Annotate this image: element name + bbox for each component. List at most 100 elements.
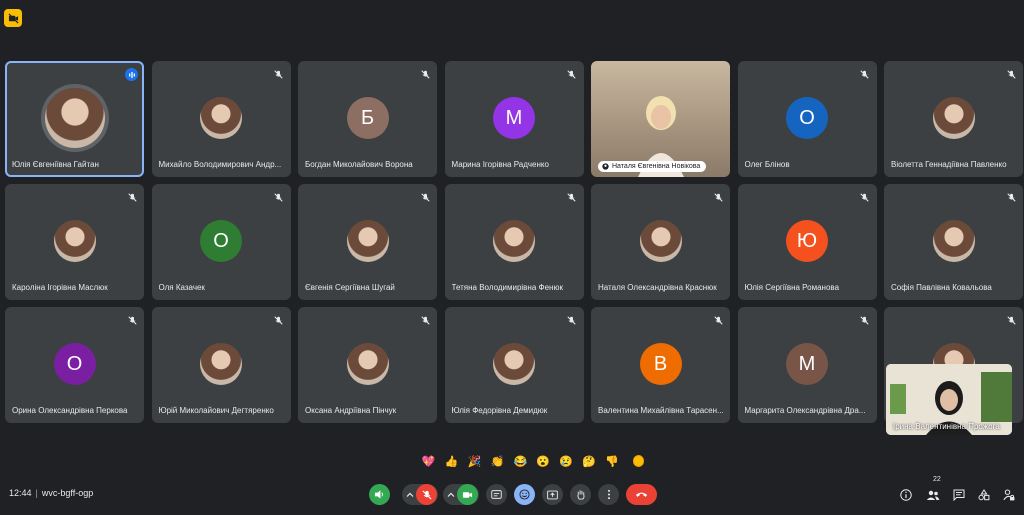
participant-tile[interactable]: Софія Павлівна Ковальова	[884, 184, 1023, 300]
mic-off-icon	[273, 191, 285, 203]
participant-name: Софія Павлівна Ковальова	[891, 283, 992, 292]
participant-tile[interactable]: Оксана Андріївна Пінчук	[298, 307, 437, 423]
reaction-emoji[interactable]: 👏	[489, 455, 506, 468]
meeting-details-button[interactable]	[898, 487, 914, 503]
participant-name: Наталя Євгенівна Новікова	[612, 163, 701, 170]
avatar-initial: О	[786, 97, 828, 139]
mic-off-icon	[126, 191, 138, 203]
participant-tile[interactable]: Кароліна Ігорівна Маслюк	[5, 184, 144, 300]
reaction-emoji[interactable]: 🎉	[466, 455, 483, 468]
captions-button[interactable]	[486, 484, 507, 505]
mic-off-icon	[1005, 68, 1017, 80]
reaction-emoji[interactable]: 👎	[604, 455, 621, 468]
participant-name: Оля Казачек	[158, 283, 205, 292]
mic-off-icon	[859, 68, 871, 80]
participant-tile[interactable]: М Марина Ігорівна Радченко	[444, 61, 584, 177]
mic-off-icon	[712, 314, 724, 326]
participant-tile[interactable]: Б Богдан Миколайович Ворона	[298, 61, 437, 177]
skin-tone-icon[interactable]	[632, 455, 644, 467]
avatar-photo	[44, 88, 105, 148]
participant-tile[interactable]: М Маргарита Олександрівна Дра...	[737, 307, 877, 423]
speaker-icon	[374, 490, 383, 499]
hand-icon	[576, 490, 585, 500]
self-view-tile[interactable]: Ірина Валентинівна Прожога	[886, 364, 1012, 435]
mic-off-icon	[859, 191, 871, 203]
mic-off-icon	[419, 68, 431, 80]
avatar-photo	[53, 220, 96, 262]
participant-tile[interactable]: Наталя Олександрівна Краснюк	[591, 184, 730, 300]
mic-off-icon	[1005, 191, 1017, 203]
recording-badge-icon[interactable]	[4, 9, 22, 27]
hang-up-icon	[635, 492, 648, 497]
people-button[interactable]	[925, 487, 941, 503]
participant-name: Юлія Сергіївна Романова	[744, 283, 840, 292]
microphone-toggle-button[interactable]	[416, 484, 437, 505]
present-screen-button[interactable]	[542, 484, 563, 505]
participant-tile[interactable]: Юлія Федорівна Демидюк	[444, 307, 584, 423]
participants-count: 22	[933, 476, 941, 483]
emoji-reactions-button[interactable]	[514, 484, 535, 505]
mic-off-icon	[1005, 314, 1017, 326]
participant-tile[interactable]: Михайло Володимирович Андр...	[151, 61, 291, 177]
participant-name: Юрій Миколайович Дегтяренко	[158, 406, 274, 415]
avatar-photo	[493, 220, 535, 262]
participant-tile[interactable]: Ю Юлія Сергіївна Романова	[737, 184, 877, 300]
raise-hand-button[interactable]	[570, 484, 591, 505]
participant-tile[interactable]: В Валентина Михайлівна Тарасен...	[591, 307, 730, 423]
clock-time: 12:44	[9, 488, 32, 498]
audio-output-button[interactable]	[369, 484, 390, 505]
participant-name: Марина Ігорівна Радченко	[451, 160, 549, 169]
mic-off-icon	[273, 68, 285, 80]
self-view-name: Ірина Валентинівна Прожога	[893, 422, 1000, 431]
avatar-photo	[346, 343, 389, 385]
shapes-icon	[978, 489, 990, 501]
meeting-info: 12:44 | wvc-bgff-ogp	[9, 488, 93, 498]
participant-tile[interactable]: Євгенія Сергіївна Шугай	[298, 184, 437, 300]
participant-name-pill: Наталя Євгенівна Новікова	[598, 161, 707, 172]
chat-button[interactable]	[951, 487, 967, 503]
reaction-emoji[interactable]: 👍	[443, 455, 460, 468]
participant-tile[interactable]: Віолетта Геннадіївна Павленко	[884, 61, 1023, 177]
participant-tile[interactable]: Наталя Євгенівна Новікова	[591, 61, 730, 177]
participant-name: Юлія Федорівна Демидюк	[451, 406, 548, 415]
participant-tile[interactable]: О Оля Казачек	[151, 184, 291, 300]
smiley-icon	[519, 489, 530, 500]
reaction-emoji[interactable]: 😮	[535, 455, 552, 468]
avatar-photo	[200, 343, 242, 385]
activities-button[interactable]	[976, 487, 992, 503]
more-options-button[interactable]	[598, 484, 619, 505]
camera-toggle-button[interactable]	[457, 484, 478, 505]
participant-name: Євгенія Сергіївна Шугай	[305, 283, 395, 292]
participant-name: Кароліна Ігорівна Маслюк	[12, 283, 108, 292]
participant-tile[interactable]: Юлія Євгеніївна Гайтан	[5, 61, 144, 177]
reaction-emoji[interactable]: 😢	[558, 455, 575, 468]
participant-grid: Юлія Євгеніївна Гайтан Михайло Володимиро…	[5, 61, 1023, 423]
camera-icon	[462, 491, 473, 498]
leave-call-button[interactable]	[626, 484, 657, 505]
avatar-initial: В	[639, 343, 682, 385]
avatar-photo	[639, 220, 682, 262]
participant-tile[interactable]: Юрій Миколайович Дегтяренко	[151, 307, 291, 423]
info-separator: |	[35, 488, 38, 498]
avatar-photo	[493, 343, 535, 385]
participant-name: Богдан Миколайович Ворона	[305, 160, 413, 169]
host-controls-button[interactable]	[1001, 487, 1017, 503]
participant-tile[interactable]: Тетяна Володимирівна Фенюк	[444, 184, 584, 300]
participant-tile[interactable]: О Олег Блінов	[737, 61, 877, 177]
avatar-initial: Б	[346, 97, 389, 139]
avatar-photo	[200, 97, 242, 139]
lock-person-icon	[1003, 489, 1015, 501]
reaction-bar: 💖 👍 🎉 👏 😂 😮 😢 🤔 👎	[414, 450, 644, 472]
avatar-initial: О	[200, 220, 242, 262]
mic-off-icon	[273, 314, 285, 326]
participant-name: Валентина Михайлівна Тарасен...	[598, 406, 724, 415]
avatar-initial: М	[786, 343, 828, 385]
reaction-emoji[interactable]: 😂	[512, 455, 529, 468]
participant-name: Віолетта Геннадіївна Павленко	[891, 160, 1007, 169]
reaction-emoji[interactable]: 💖	[420, 455, 437, 468]
reaction-emoji[interactable]: 🤔	[581, 455, 598, 468]
more-vert-icon	[607, 489, 610, 500]
captions-icon	[491, 490, 502, 499]
mic-off-icon	[566, 314, 578, 326]
participant-tile[interactable]: О Орина Олександрівна Перкова	[5, 307, 144, 423]
